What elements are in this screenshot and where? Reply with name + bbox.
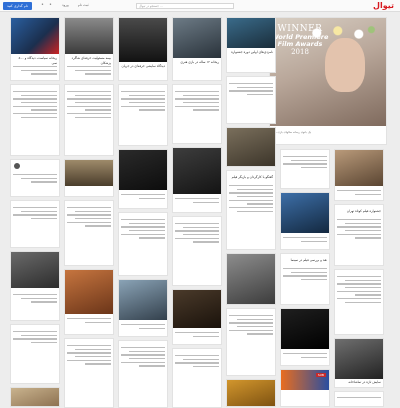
- card-title: جشنواره فیلم کوتاه تهران: [346, 209, 381, 213]
- card[interactable]: ریحانه ۱۲ ساله در بازی هنری: [172, 17, 222, 81]
- card-title: نامزدی‌های اولین دوره جشنواره: [231, 50, 273, 54]
- card[interactable]: [172, 348, 222, 408]
- card[interactable]: [280, 308, 330, 366]
- card-title: نقد و بررسی فیلم در سینما: [290, 258, 327, 262]
- card[interactable]: [64, 200, 114, 266]
- card-image: [335, 150, 383, 186]
- card[interactable]: [10, 251, 60, 321]
- card-image: [65, 18, 113, 54]
- card[interactable]: [10, 159, 60, 197]
- card-image: [227, 18, 275, 48]
- card-image: [227, 128, 275, 166]
- card[interactable]: [334, 391, 384, 407]
- card[interactable]: ریحانه سیاست، دیدگاه و ۵۰۰ سی: [10, 17, 60, 81]
- card[interactable]: [118, 84, 168, 146]
- card[interactable]: [226, 379, 276, 407]
- card[interactable]: [280, 192, 330, 250]
- card[interactable]: [64, 338, 114, 408]
- card-image: [11, 18, 59, 54]
- card[interactable]: جشنواره فیلم کوتاه تهران: [334, 204, 384, 266]
- card[interactable]: [10, 324, 60, 384]
- card[interactable]: [226, 253, 276, 305]
- card-grid: ریحانه سیاست، دیدگاه و ۵۰۰ سی بیمه مسئول…: [10, 17, 386, 408]
- search-input[interactable]: جستجو در تیوال ...: [136, 3, 234, 9]
- card[interactable]: بیمه مسئولیت حرفه‌ای شاگرد پزشکان: [64, 17, 114, 81]
- card[interactable]: [172, 147, 222, 213]
- card-image: [173, 148, 221, 194]
- card[interactable]: [172, 84, 222, 144]
- card-image: [281, 309, 329, 349]
- card-image: [119, 280, 167, 320]
- card[interactable]: SUB: [280, 369, 330, 407]
- card-image: [11, 388, 59, 406]
- card[interactable]: [10, 200, 60, 248]
- top-nav: ثبت نام ورود: [62, 3, 97, 7]
- top-bar: نام گذاری کنید • • ثبت نام ورود جستجو در…: [0, 0, 400, 12]
- card-image: [173, 18, 221, 58]
- card-title: بیمه مسئولیت حرفه‌ای شاگرد پزشکان: [71, 56, 111, 65]
- card[interactable]: [334, 269, 384, 335]
- card[interactable]: [172, 289, 222, 345]
- site-logo[interactable]: تیوال: [373, 1, 394, 10]
- card[interactable]: [64, 159, 114, 197]
- card[interactable]: [226, 308, 276, 376]
- card[interactable]: [118, 149, 168, 209]
- card[interactable]: [118, 279, 168, 337]
- card-title: دیدگاه نمایشی حرفه‌ای در جریان: [121, 64, 165, 68]
- card-image: [119, 150, 167, 190]
- avatar: [14, 163, 20, 169]
- card[interactable]: [334, 149, 384, 201]
- card-image: [281, 193, 329, 233]
- card-image: [173, 290, 221, 328]
- card[interactable]: [64, 269, 114, 335]
- card[interactable]: [118, 212, 168, 276]
- user-icon[interactable]: •: [48, 3, 53, 8]
- card-title: نمایش تازه در تماشاخانه: [348, 380, 381, 384]
- card[interactable]: [10, 84, 60, 156]
- card[interactable]: دیدگاه نمایشی حرفه‌ای در جریان: [118, 17, 168, 81]
- sub-badge: SUB: [315, 373, 326, 377]
- card-image: [227, 254, 275, 304]
- card[interactable]: [226, 76, 276, 124]
- card[interactable]: [226, 127, 276, 167]
- card[interactable]: [172, 216, 222, 286]
- card-image: [11, 252, 59, 288]
- nav-item-2[interactable]: ورود: [62, 3, 69, 7]
- nav-item-1[interactable]: ثبت نام: [78, 3, 89, 7]
- card[interactable]: نامزدی‌های اولین دوره جشنواره: [226, 17, 276, 73]
- card-image: [65, 270, 113, 314]
- card[interactable]: نمایش تازه در تماشاخانه: [334, 338, 384, 388]
- card[interactable]: [280, 149, 330, 189]
- card-title: ریحانه سیاست، دیدگاه و ۵۰۰ سی: [18, 56, 57, 65]
- card-title: گفتگو با کارگردان و بازیگر فیلم: [231, 175, 273, 179]
- card-title: ریحانه ۱۲ ساله در بازی هنری: [180, 60, 219, 64]
- card-image: [335, 339, 383, 379]
- bell-icon[interactable]: •: [40, 3, 45, 8]
- card-image: [227, 380, 275, 406]
- header-action-button[interactable]: نام گذاری کنید: [3, 2, 32, 10]
- card[interactable]: گفتگو با کارگردان و بازیگر فیلم: [226, 170, 276, 250]
- card[interactable]: نقد و بررسی فیلم در سینما: [280, 253, 330, 305]
- card-image: [119, 18, 167, 62]
- card-image: [65, 160, 113, 186]
- card[interactable]: [10, 387, 60, 407]
- card[interactable]: [118, 340, 168, 408]
- card[interactable]: [64, 84, 114, 156]
